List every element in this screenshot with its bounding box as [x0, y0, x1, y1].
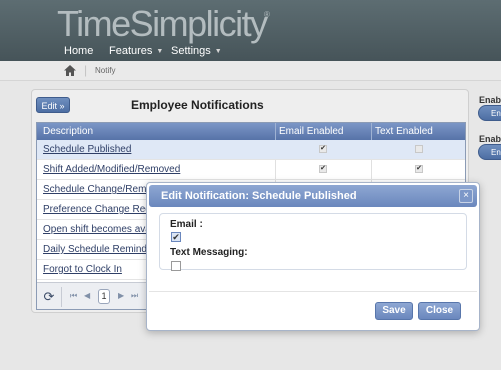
enable-label: Enable [479, 95, 501, 105]
notification-description-link[interactable]: Schedule Published [43, 144, 131, 155]
app-logo[interactable]: TimeSimplicity [57, 3, 268, 45]
first-page-icon[interactable]: ⏮ [70, 291, 77, 301]
notification-description-link[interactable]: Preference Change Req [43, 204, 151, 215]
edit-button[interactable]: Edit » [36, 97, 70, 113]
enable-toggle[interactable]: En [478, 144, 501, 160]
chevron-down-icon: ▼ [214, 48, 222, 55]
registered-mark: ® [264, 10, 270, 19]
home-icon[interactable] [63, 64, 77, 77]
text-messaging-checkbox[interactable] [171, 261, 181, 271]
col-text-enabled[interactable]: Text Enabled [375, 126, 433, 137]
breadcrumb-current: Notify [95, 66, 116, 75]
column-divider[interactable] [371, 123, 372, 140]
panel-title: Employee Notifications [131, 98, 264, 112]
column-divider[interactable] [275, 123, 276, 140]
notification-description-link[interactable]: Open shift becomes ava [43, 224, 151, 235]
nav-settings-label: Settings [171, 45, 211, 57]
page-number[interactable]: 1 [98, 289, 110, 304]
dialog-footer-divider [149, 291, 477, 292]
nav-home[interactable]: Home [64, 45, 93, 57]
notification-options: Email : ✔ Text Messaging: [159, 213, 467, 271]
email-label: Email : [170, 219, 203, 230]
dialog-title: Edit Notification: Schedule Published [161, 190, 357, 202]
email-enabled-checkbox: ✔ [319, 165, 327, 173]
text-enabled-checkbox [415, 145, 423, 153]
nav-features-label: Features [109, 45, 153, 57]
close-button[interactable]: Close [418, 302, 461, 320]
nav-home-label: Home [64, 45, 94, 57]
notification-description-link[interactable]: Daily Schedule Reminde [43, 244, 153, 255]
notification-description-link[interactable]: Forgot to Clock In [43, 264, 122, 275]
notification-description-link[interactable]: Schedule Change/Remo [43, 184, 152, 195]
grid-header: Description Email Enabled Text Enabled [37, 123, 465, 140]
next-page-icon[interactable]: ▶ [118, 291, 124, 300]
save-button[interactable]: Save [375, 302, 413, 320]
last-page-icon[interactable]: ⏭ [131, 291, 138, 301]
close-icon[interactable]: × [459, 189, 473, 203]
text-messaging-label: Text Messaging: [170, 247, 248, 258]
refresh-icon[interactable]: ⟳ [41, 289, 57, 305]
nav-settings[interactable]: Settings ▼ [171, 45, 222, 57]
col-description[interactable]: Description [43, 126, 93, 137]
col-email-enabled[interactable]: Email Enabled [279, 126, 343, 137]
prev-page-icon[interactable]: ◀ [84, 291, 90, 300]
edit-notification-dialog: Edit Notification: Schedule Published × … [146, 182, 480, 331]
app-header: TimeSimplicity ® Home Features ▼ Settings… [0, 0, 501, 61]
email-enabled-checkbox: ✔ [319, 145, 327, 153]
table-row[interactable]: Schedule Published ✔ [37, 140, 465, 160]
email-checkbox[interactable]: ✔ [171, 232, 181, 242]
enable-label: Enable [479, 134, 501, 144]
breadcrumb-separator: | [84, 63, 88, 77]
breadcrumb: | Notify [0, 61, 501, 81]
text-enabled-checkbox: ✔ [415, 165, 423, 173]
chevron-down-icon: ▼ [156, 48, 164, 55]
main-nav: Home Features ▼ Settings ▼ [0, 43, 501, 61]
nav-features[interactable]: Features ▼ [109, 45, 163, 57]
pager-divider [61, 287, 62, 307]
dialog-titlebar[interactable]: Edit Notification: Schedule Published × [149, 185, 477, 207]
enable-toggle[interactable]: En [478, 105, 501, 121]
notification-description-link[interactable]: Shift Added/Modified/Removed [43, 164, 180, 175]
table-row[interactable]: Shift Added/Modified/Removed ✔ ✔ [37, 160, 465, 180]
